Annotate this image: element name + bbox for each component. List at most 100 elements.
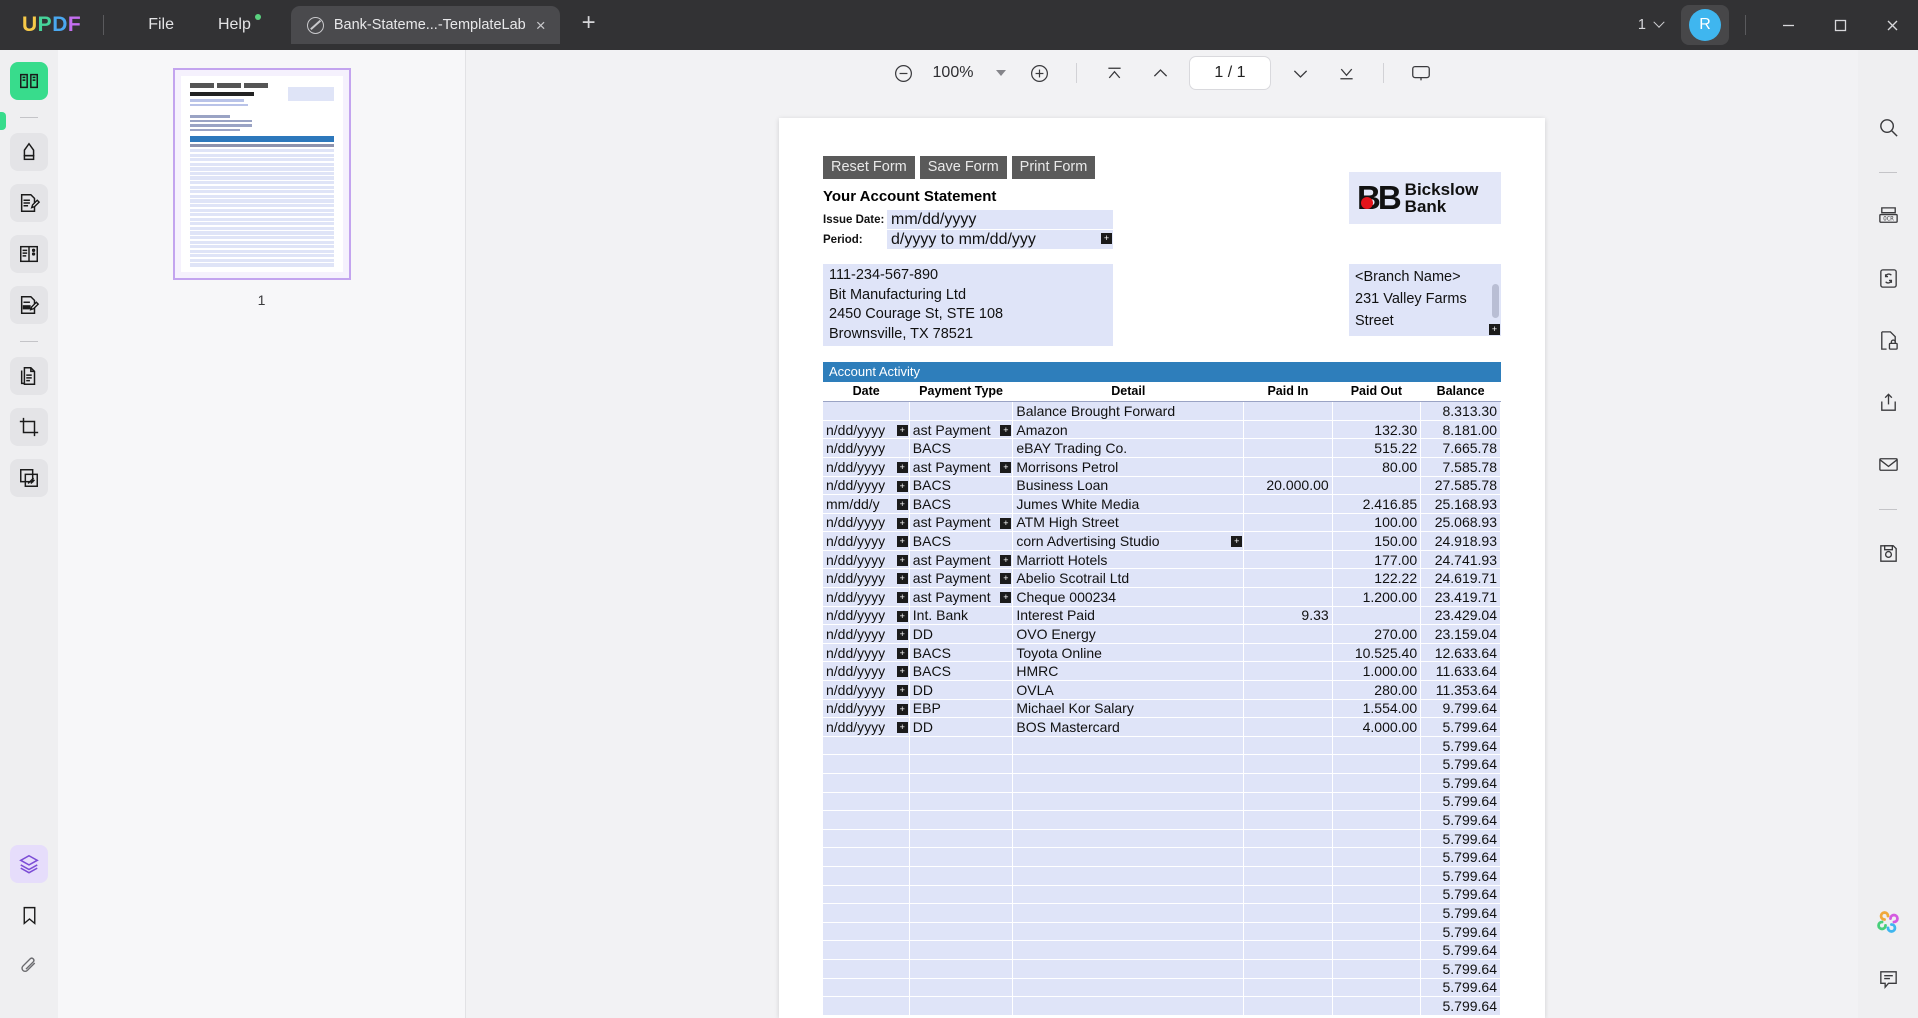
table-row[interactable]: n/dd/yyyy + ast Payment + Marriott Hotels 177… — [823, 550, 1501, 570]
cell-date[interactable]: n/dd/yyyy + — [823, 624, 910, 644]
cell-balance[interactable]: 24.619.71 — [1420, 568, 1501, 589]
cell-balance[interactable]: 5.799.64 — [1420, 903, 1501, 923]
cell-date[interactable]: n/dd/yyyy + — [823, 699, 910, 719]
cell-detail[interactable] — [1012, 754, 1245, 774]
sidebar-item-edit-pdf[interactable] — [10, 184, 48, 222]
cell-paid-out[interactable]: 1.554.00 — [1332, 699, 1422, 719]
sidebar-item-forms[interactable] — [10, 286, 48, 324]
cell-date[interactable]: mm/dd/y + — [823, 494, 910, 514]
cell-paid-in[interactable] — [1243, 810, 1333, 830]
cell-detail[interactable]: Cheque 000234 — [1012, 587, 1245, 607]
table-row[interactable]: n/dd/yyyy + EBP Michael Kor Salary 1.554.00 9… — [823, 699, 1501, 719]
cell-balance[interactable]: 5.799.64 — [1420, 922, 1501, 942]
cell-paid-in[interactable] — [1243, 792, 1333, 812]
close-tab-icon[interactable]: × — [536, 17, 546, 34]
cell-paid-in[interactable] — [1243, 717, 1333, 737]
cell-payment-type[interactable] — [909, 847, 1014, 867]
cell-date[interactable]: n/dd/yyyy + — [823, 531, 910, 551]
maximize-button[interactable] — [1814, 0, 1866, 50]
cell-payment-type[interactable]: EBP — [909, 699, 1014, 719]
cell-date[interactable]: n/dd/yyyy + — [823, 717, 910, 737]
table-row[interactable]: n/dd/yyyy + ast Payment + Amazon 132.30 8.181.… — [823, 420, 1501, 440]
window-page-selector[interactable]: 1 — [1638, 16, 1665, 33]
cell-paid-in[interactable] — [1243, 420, 1333, 440]
sidebar-item-attachments[interactable] — [10, 947, 48, 985]
table-row[interactable]: n/dd/yyyy + Int. Bank Interest Paid 9.33 23.4… — [823, 606, 1501, 626]
table-row[interactable]: 5.799.64 — [823, 996, 1501, 1016]
cell-detail[interactable]: Morrisons Petrol — [1012, 457, 1245, 477]
cell-payment-type[interactable]: ast Payment + — [909, 550, 1014, 570]
new-tab-button[interactable]: + — [582, 9, 596, 37]
comment-button[interactable] — [1877, 968, 1900, 996]
sidebar-item-organize[interactable] — [10, 235, 48, 273]
cell-paid-out[interactable] — [1332, 959, 1422, 979]
cell-balance[interactable]: 11.353.64 — [1420, 680, 1501, 700]
cell-balance[interactable]: 7.585.78 — [1420, 457, 1501, 477]
cell-date[interactable] — [823, 996, 910, 1016]
cell-paid-out[interactable]: 80.00 — [1332, 457, 1422, 477]
cell-paid-in[interactable] — [1243, 661, 1333, 682]
cell-paid-out[interactable] — [1332, 754, 1422, 774]
table-row[interactable]: 5.799.64 — [823, 829, 1501, 849]
cell-balance[interactable]: 8.313.30 — [1420, 401, 1501, 421]
cell-date[interactable] — [823, 885, 910, 905]
cell-date[interactable] — [823, 959, 910, 979]
cell-detail[interactable] — [1012, 810, 1245, 830]
cell-paid-in[interactable] — [1243, 754, 1333, 774]
cell-paid-out[interactable] — [1332, 940, 1422, 960]
cell-balance[interactable]: 5.799.64 — [1420, 829, 1501, 849]
sidebar-item-reader[interactable] — [10, 62, 48, 100]
table-row[interactable]: n/dd/yyyy + BACS Toyota Online 10.525.40 12.6… — [823, 643, 1501, 663]
cell-paid-out[interactable]: 100.00 — [1332, 513, 1422, 533]
cell-date[interactable]: n/dd/yyyy — [823, 438, 910, 458]
first-page-button[interactable] — [1091, 53, 1137, 93]
cell-date[interactable] — [823, 773, 910, 793]
cell-date[interactable] — [823, 940, 910, 960]
cell-date[interactable] — [823, 922, 910, 942]
cell-balance[interactable]: 5.799.64 — [1420, 996, 1501, 1016]
cell-payment-type[interactable]: ast Payment + — [909, 420, 1014, 440]
table-row[interactable]: 5.799.64 — [823, 978, 1501, 998]
cell-paid-in[interactable] — [1243, 978, 1333, 998]
cell-payment-type[interactable]: ast Payment + — [909, 587, 1014, 607]
cell-date[interactable] — [823, 903, 910, 923]
table-row[interactable]: 5.799.64 — [823, 940, 1501, 960]
cell-paid-out[interactable] — [1332, 810, 1422, 830]
cell-detail[interactable]: HMRC — [1012, 661, 1245, 682]
cell-paid-in[interactable] — [1243, 940, 1333, 960]
cell-paid-in[interactable] — [1243, 885, 1333, 905]
cell-detail[interactable]: Jumes White Media — [1012, 494, 1245, 514]
cell-payment-type[interactable]: BACS — [909, 494, 1014, 514]
cell-payment-type[interactable] — [909, 903, 1014, 923]
previous-page-button[interactable] — [1137, 53, 1183, 93]
last-page-button[interactable] — [1323, 53, 1369, 93]
cell-balance[interactable]: 5.799.64 — [1420, 885, 1501, 905]
cell-detail[interactable]: Balance Brought Forward — [1012, 401, 1245, 421]
cell-paid-in[interactable] — [1243, 773, 1333, 793]
cell-payment-type[interactable]: Int. Bank — [909, 606, 1014, 626]
cell-paid-out[interactable]: 280.00 — [1332, 680, 1422, 700]
cell-paid-out[interactable] — [1332, 847, 1422, 867]
cell-date[interactable] — [823, 792, 910, 812]
table-row[interactable]: 5.799.64 — [823, 903, 1501, 923]
reset-form-button[interactable]: Reset Form — [823, 156, 915, 180]
cell-date[interactable] — [823, 736, 910, 756]
table-row[interactable]: n/dd/yyyy + DD BOS Mastercard 4.000.00 5.799.… — [823, 717, 1501, 737]
cell-payment-type[interactable]: BACS — [909, 476, 1014, 496]
cell-detail[interactable] — [1012, 978, 1245, 998]
cell-date[interactable] — [823, 866, 910, 886]
thumbnail-page-1[interactable] — [172, 68, 351, 280]
print-form-button[interactable]: Print Form — [1011, 156, 1096, 180]
cell-paid-out[interactable]: 1.200.00 — [1332, 587, 1422, 607]
cell-paid-out[interactable] — [1332, 903, 1422, 923]
cell-detail[interactable] — [1012, 922, 1245, 942]
table-row[interactable]: n/dd/yyyy BACS eBAY Trading Co. 515.22 7.665… — [823, 438, 1501, 458]
save-form-button[interactable]: Save Form — [919, 156, 1007, 180]
cell-balance[interactable]: 9.799.64 — [1420, 699, 1501, 719]
cell-paid-in[interactable] — [1243, 624, 1333, 644]
cell-paid-in[interactable] — [1243, 531, 1333, 551]
cell-payment-type[interactable] — [909, 829, 1014, 849]
cell-paid-in[interactable] — [1243, 866, 1333, 886]
cell-paid-out[interactable] — [1332, 606, 1422, 626]
cell-balance[interactable]: 5.799.64 — [1420, 940, 1501, 960]
